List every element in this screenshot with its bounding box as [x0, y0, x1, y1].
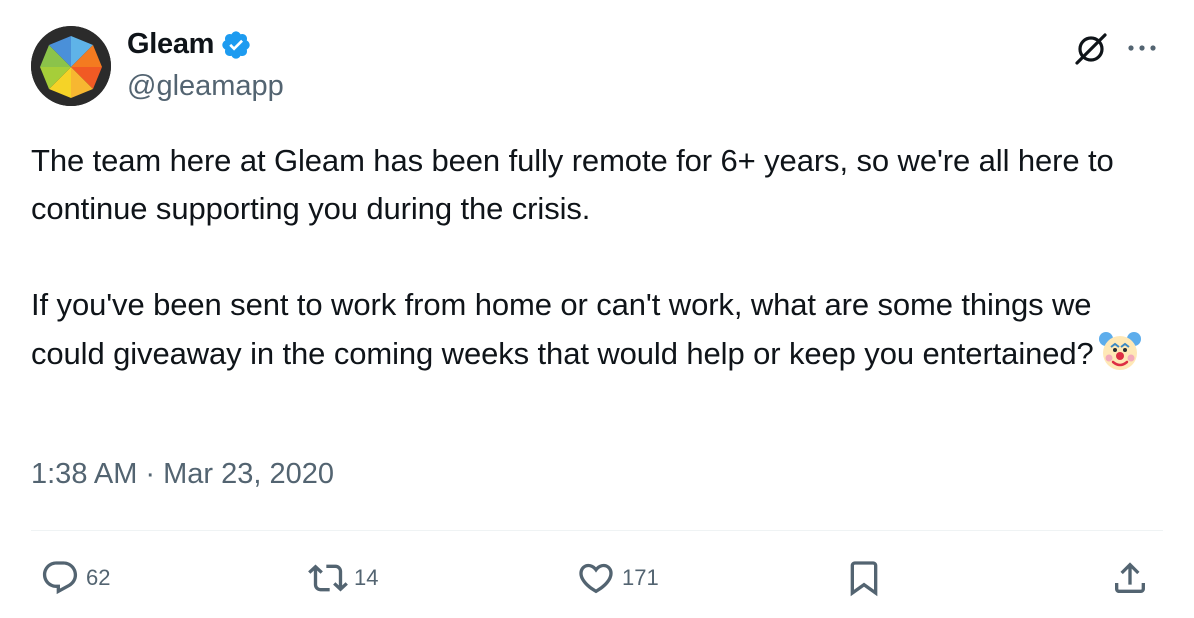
- reply-button[interactable]: 62: [40, 558, 110, 598]
- tweet-text: The team here at Gleam has been fully re…: [31, 137, 1151, 378]
- reply-icon: [42, 561, 78, 595]
- author-display-name[interactable]: Gleam: [127, 28, 214, 61]
- gleam-logo-icon: [31, 26, 111, 106]
- meta-separator: ·: [145, 458, 156, 490]
- retweet-button[interactable]: 14: [308, 558, 378, 598]
- retweet-count: 14: [354, 565, 379, 590]
- verified-badge-icon: [222, 30, 250, 59]
- author-handle[interactable]: @gleamapp: [127, 70, 284, 103]
- tweet-paragraph-1: The team here at Gleam has been fully re…: [31, 143, 1114, 226]
- share-icon: [1115, 562, 1145, 593]
- share-button[interactable]: [1110, 558, 1150, 598]
- more-icon[interactable]: [1124, 34, 1160, 62]
- bookmark-icon: [850, 561, 878, 597]
- tweet-timestamp[interactable]: 1:38 AM · Mar 23, 2020: [31, 458, 334, 491]
- divider: [31, 530, 1163, 531]
- tweet-paragraph-2-text: If you've been sent to work from home or…: [31, 287, 1094, 371]
- tweet-card: Gleam @gleamapp The team here at Gleam h…: [0, 0, 1194, 618]
- clown-emoji: [1098, 332, 1141, 370]
- retweet-icon: [308, 564, 348, 592]
- like-button[interactable]: 171: [576, 558, 659, 598]
- reply-count: 62: [86, 565, 111, 590]
- grok-icon[interactable]: [1072, 30, 1110, 68]
- tweet-paragraph-2: If you've been sent to work from home or…: [31, 281, 1151, 378]
- author-name-row: Gleam: [127, 28, 252, 61]
- bookmark-button[interactable]: [844, 558, 884, 598]
- tweet-date: Mar 23, 2020: [163, 458, 334, 490]
- avatar[interactable]: [31, 26, 111, 106]
- like-count: 171: [622, 565, 659, 590]
- like-icon: [579, 563, 613, 594]
- tweet-time: 1:38 AM: [31, 458, 138, 490]
